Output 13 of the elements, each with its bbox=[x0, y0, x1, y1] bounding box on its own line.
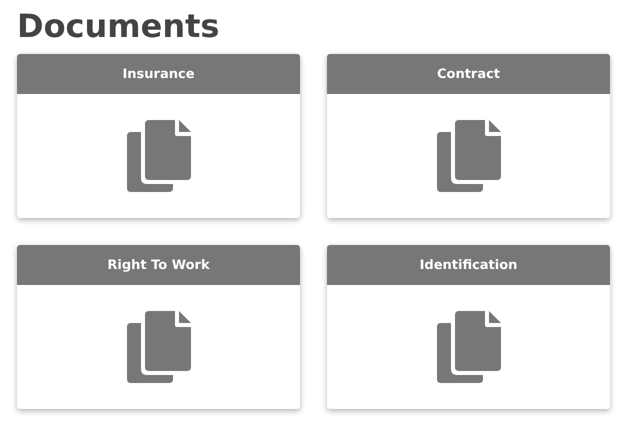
card-header: Identification bbox=[327, 245, 610, 285]
document-card[interactable]: Right To Work bbox=[17, 245, 300, 409]
card-header: Contract bbox=[327, 54, 610, 94]
page-title: Documents bbox=[17, 6, 220, 46]
documents-icon bbox=[126, 311, 190, 383]
documents-icon bbox=[126, 120, 190, 192]
document-card[interactable]: Insurance bbox=[17, 54, 300, 218]
documents-icon bbox=[436, 120, 500, 192]
documents-icon bbox=[436, 311, 500, 383]
document-card[interactable]: Identification bbox=[327, 245, 610, 409]
card-header: Right To Work bbox=[17, 245, 300, 285]
document-card[interactable]: Contract bbox=[327, 54, 610, 218]
card-header: Insurance bbox=[17, 54, 300, 94]
